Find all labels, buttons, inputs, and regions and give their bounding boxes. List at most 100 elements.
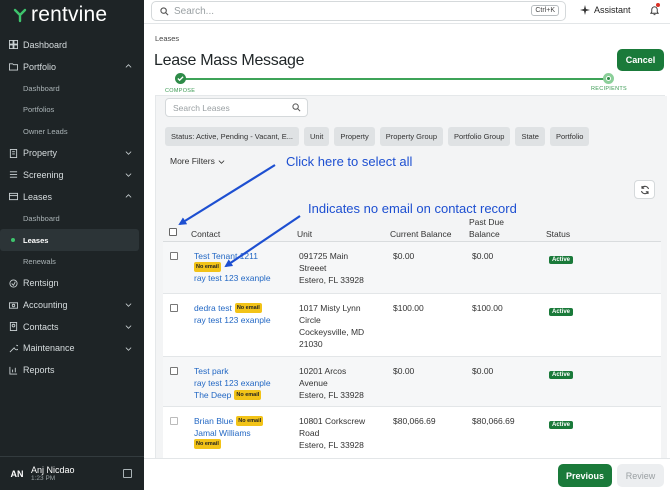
row-checkbox[interactable]	[170, 367, 178, 375]
brand-name: rentvine	[31, 3, 108, 26]
search-leases-input[interactable]: Search Leases	[165, 98, 308, 117]
filter-chip-unit[interactable]: Unit	[304, 127, 330, 146]
breadcrumb[interactable]: Leases	[155, 34, 179, 43]
filter-chip-portfolio-group[interactable]: Portfolio Group	[448, 127, 511, 146]
sidebar-item-label: Reports	[23, 365, 55, 376]
no-email-badge: No email	[234, 390, 262, 400]
sidebar-subitem-portfolio-dashboard[interactable]: Dashboard	[0, 77, 144, 99]
sidebar: rentvine Dashboard Portfolio Dashboard P…	[0, 0, 144, 490]
rentvine-logo[interactable]: rentvine	[12, 2, 107, 28]
current-balance-cell: $0.00	[393, 251, 415, 261]
sign-icon	[9, 279, 18, 288]
review-button[interactable]: Review	[617, 464, 664, 487]
contact-cell: Brian Blue No email Jamal Williams No ema…	[194, 415, 264, 449]
contact-link[interactable]: dedra test	[194, 302, 232, 314]
sidebar-item-label: Accounting	[23, 300, 68, 311]
sidebar-item-dashboard[interactable]: Dashboard	[0, 34, 144, 56]
unit-cell: 091725 Main Streeet Estero, FL 33928	[299, 250, 389, 286]
step-compose-marker[interactable]	[175, 73, 186, 84]
filter-chip-state[interactable]: State	[515, 127, 545, 146]
dollar-icon	[9, 301, 18, 309]
recipients-panel: Search Leases Status: Active, Pending - …	[155, 96, 667, 458]
chart-icon	[9, 366, 18, 375]
layers-icon	[9, 193, 18, 201]
collapse-sidebar-icon[interactable]	[123, 469, 132, 478]
sidebar-item-rentsign[interactable]: Rentsign	[0, 273, 144, 295]
sidebar-item-label: Maintenance	[23, 343, 75, 354]
filter-chip-status[interactable]: Status: Active, Pending - Vacant, E...	[165, 127, 300, 146]
contact-link[interactable]: ray test 123 exanple	[194, 377, 271, 389]
sidebar-item-screening[interactable]: Screening	[0, 164, 144, 186]
status-badge: Active	[549, 371, 574, 379]
chevron-down-icon	[125, 325, 132, 329]
sidebar-item-property[interactable]: Property	[0, 142, 144, 164]
annotation-no-email: Indicates no email on contact record	[308, 201, 517, 216]
column-header-past-due-line2[interactable]: Balance	[469, 229, 500, 239]
contact-link[interactable]: Test Tenant 1211	[194, 250, 271, 262]
column-header-contact[interactable]: Contact	[191, 229, 220, 239]
page-title: Lease Mass Message	[154, 52, 305, 69]
unit-line: Cockeysville, MD	[299, 327, 365, 337]
more-filters-label: More Filters	[170, 156, 215, 166]
contact-link[interactable]: ray test 123 exanple	[194, 272, 271, 284]
no-email-badge: No email	[234, 303, 262, 313]
filter-chip-property-group[interactable]: Property Group	[379, 127, 443, 146]
unit-line: Avenue	[299, 378, 328, 388]
table-row[interactable]: Test park ray test 123 exanple The Deep N…	[163, 357, 661, 407]
row-checkbox[interactable]	[170, 304, 178, 312]
column-header-past-due-line1[interactable]: Past Due	[469, 217, 504, 227]
sidebar-subitem-leases[interactable]: Leases	[0, 229, 139, 251]
more-filters-button[interactable]: More Filters	[170, 156, 225, 166]
contact-link[interactable]: Brian Blue	[194, 415, 233, 427]
user-time: 1:23 PM	[31, 475, 56, 482]
row-checkbox[interactable]	[170, 417, 178, 425]
contact-cell: dedra test No email ray test 123 exanple	[194, 302, 271, 326]
contact-link[interactable]: ray test 123 exanple	[194, 314, 271, 326]
unit-line: Streeet	[299, 263, 327, 273]
sidebar-item-label: Leases	[23, 191, 53, 202]
contact-link[interactable]: The Deep	[194, 389, 231, 401]
filter-chips: Status: Active, Pending - Vacant, E... U…	[165, 127, 590, 146]
past-due-cell: $100.00	[472, 303, 503, 313]
refresh-icon	[640, 185, 650, 195]
sidebar-item-accounting[interactable]: Accounting	[0, 294, 144, 316]
status-cell: Active	[549, 304, 574, 318]
search-leases-placeholder: Search Leases	[173, 102, 230, 113]
select-all-checkbox[interactable]	[169, 228, 177, 236]
sidebar-subitem-leases-dashboard[interactable]: Dashboard	[0, 208, 144, 230]
unit-line: 10801 Corkscrew	[299, 416, 366, 426]
column-header-unit[interactable]: Unit	[297, 229, 312, 239]
row-checkbox[interactable]	[170, 252, 178, 260]
sidebar-nav: Dashboard Portfolio Dashboard Portfolios…	[0, 34, 144, 381]
sidebar-item-portfolio[interactable]: Portfolio	[0, 56, 144, 78]
table-row[interactable]: dedra test No email ray test 123 exanple …	[163, 294, 661, 357]
column-header-current-balance[interactable]: Current Balance	[390, 229, 451, 239]
assistant-label: Assistant	[594, 5, 631, 15]
filter-chip-property[interactable]: Property	[334, 127, 375, 146]
sidebar-item-contacts[interactable]: Contacts	[0, 316, 144, 338]
sidebar-item-maintenance[interactable]: Maintenance	[0, 338, 144, 360]
sidebar-item-leases[interactable]: Leases	[0, 186, 144, 208]
sidebar-item-reports[interactable]: Reports	[0, 359, 144, 381]
past-due-cell: $0.00	[472, 366, 494, 376]
sidebar-subitem-owner-leads[interactable]: Owner Leads	[0, 121, 144, 143]
assistant-button[interactable]: Assistant	[580, 5, 631, 15]
user-profile[interactable]: AN Anj Nicdao 1:23 PM	[0, 456, 144, 490]
sidebar-subitem-portfolios[interactable]: Portfolios	[0, 99, 144, 121]
filter-chip-portfolio[interactable]: Portfolio	[549, 127, 590, 146]
contact-link[interactable]: Jamal Williams	[194, 427, 263, 439]
table-row[interactable]: Brian Blue No email Jamal Williams No ema…	[163, 407, 661, 458]
contact-link[interactable]: Test park	[194, 365, 271, 377]
cancel-button[interactable]: Cancel	[617, 49, 664, 71]
unit-line: Road	[299, 428, 320, 438]
check-icon	[177, 76, 184, 82]
previous-button[interactable]: Previous	[558, 464, 612, 487]
table-row[interactable]: Test Tenant 1211 No email ray test 123 e…	[163, 242, 661, 294]
global-search-input[interactable]: Search... Ctrl+K	[151, 1, 566, 21]
chevron-up-icon	[125, 63, 132, 68]
search-icon	[292, 103, 301, 112]
rentvine-logo-icon	[13, 8, 27, 23]
column-header-status[interactable]: Status	[546, 229, 570, 239]
refresh-button[interactable]	[634, 180, 655, 199]
sidebar-subitem-renewals[interactable]: Renewals	[0, 251, 144, 273]
